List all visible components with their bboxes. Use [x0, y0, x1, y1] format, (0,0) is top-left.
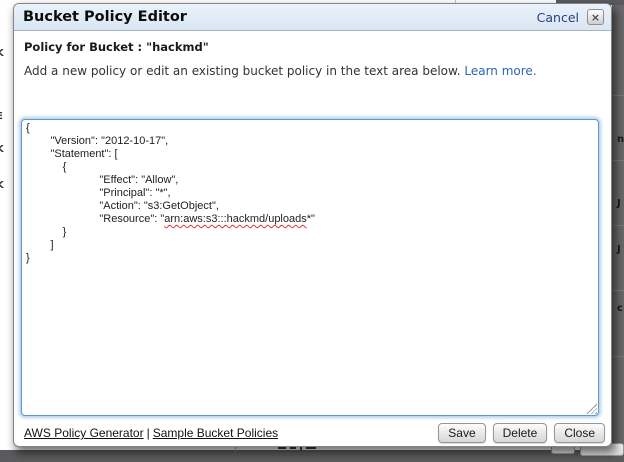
- background-row-divider: [612, 95, 624, 96]
- resource-prefix: "Resource": ": [26, 213, 164, 225]
- background-text-fragment: n: [617, 134, 624, 145]
- background-row-divider: [612, 225, 624, 226]
- learn-more-link[interactable]: Learn more.: [464, 64, 536, 78]
- spellcheck-squiggle-text: arn:aws:s3:::hackmd/uploads: [164, 213, 306, 225]
- background-row-divider: [612, 290, 624, 291]
- dialog-buttons: Save Delete Close: [438, 423, 605, 443]
- background-text-fragment: K: [0, 180, 4, 191]
- resize-handle-icon[interactable]: [586, 403, 597, 414]
- background-row-divider: [612, 160, 624, 161]
- resource-suffix: *": [307, 213, 315, 225]
- background-text-fragment: K: [0, 48, 4, 59]
- background-text-fragment: [290, 447, 296, 449]
- policy-line: "Version": "2012-10-17",: [26, 135, 594, 148]
- policy-line: "Effect": "Allow",: [26, 174, 594, 187]
- policy-line: }: [26, 226, 594, 239]
- cancel-link[interactable]: Cancel: [537, 10, 579, 25]
- background-text-fragment: [306, 447, 316, 449]
- policy-line: "Statement": [: [26, 148, 594, 161]
- dialog-footer: AWS Policy Generator|Sample Bucket Polic…: [24, 422, 605, 444]
- close-icon[interactable]: ×: [587, 9, 604, 25]
- sample-bucket-policies-link[interactable]: Sample Bucket Policies: [153, 426, 278, 440]
- save-button[interactable]: Save: [438, 423, 485, 443]
- close-button[interactable]: Close: [554, 423, 605, 443]
- link-separator: |: [144, 426, 153, 440]
- dialog-header: Bucket Policy Editor Cancel ×: [14, 4, 611, 31]
- policy-line: ]: [26, 239, 594, 252]
- policy-line: {: [26, 122, 594, 135]
- background-text-fragment: c: [617, 303, 624, 314]
- policy-line: {: [26, 161, 594, 174]
- policy-textarea[interactable]: { "Version": "2012-10-17", "Statement": …: [21, 119, 599, 416]
- background-text-fragment: J: [617, 198, 624, 209]
- aws-policy-generator-link[interactable]: AWS Policy Generator: [24, 426, 144, 440]
- background-right-panel: [612, 0, 624, 462]
- policy-line: "Principal": "*",: [26, 187, 594, 200]
- policy-for-bucket-label: Policy for Bucket : "hackmd": [24, 40, 601, 54]
- policy-line: }: [26, 252, 594, 265]
- background-text-fragment: K: [0, 144, 4, 155]
- delete-button[interactable]: Delete: [493, 423, 548, 443]
- background-row-divider: [612, 356, 624, 357]
- dialog-header-controls: Cancel ×: [537, 9, 604, 25]
- description-text: Add a new policy or edit an existing buc…: [24, 64, 461, 78]
- dialog-title: Bucket Policy Editor: [23, 9, 187, 25]
- dialog-description: Add a new policy or edit an existing buc…: [24, 64, 601, 78]
- bucket-policy-editor-dialog: Bucket Policy Editor Cancel × Policy for…: [13, 3, 612, 447]
- policy-line: "Action": "s3:GetObject",: [26, 200, 594, 213]
- policy-line-resource: "Resource": "arn:aws:s3:::hackmd/uploads…: [26, 213, 594, 226]
- background-text-fragment: J: [617, 244, 624, 255]
- footer-links: AWS Policy Generator|Sample Bucket Polic…: [24, 426, 278, 440]
- background-bottom-panel: [0, 450, 624, 462]
- background-text-fragment: E: [0, 111, 3, 122]
